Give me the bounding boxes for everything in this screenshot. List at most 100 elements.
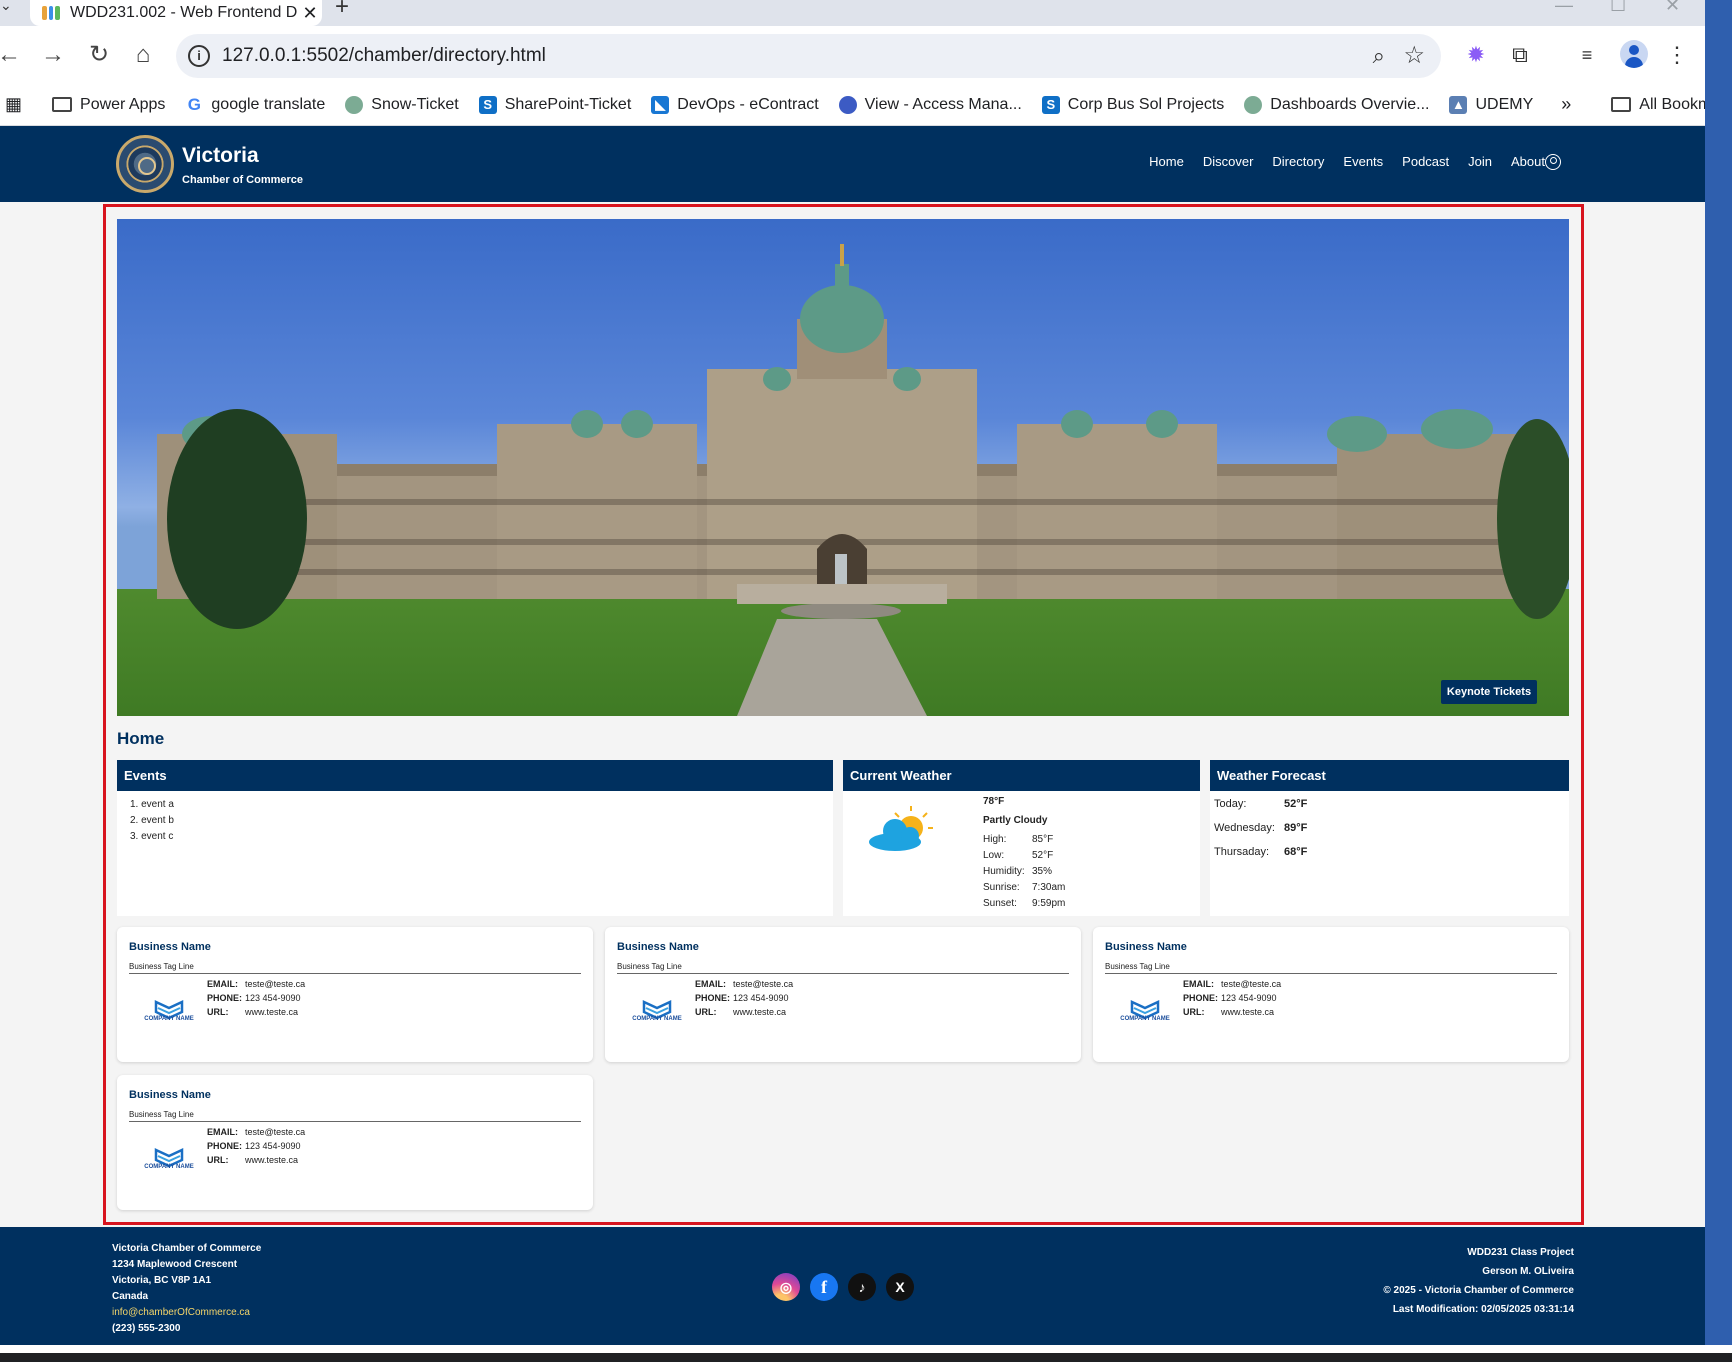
bookmark-dashboards[interactable]: Dashboards Overvie... (1244, 95, 1429, 114)
browser-tab-active[interactable]: WDD231.002 - Web Frontend D ✕ (30, 0, 322, 26)
bookmark-label: Power Apps (80, 95, 166, 113)
bookmark-devops-econtract[interactable]: ◣ DevOps - eContract (651, 95, 819, 114)
bookmark-google-translate[interactable]: Ggoogle translate (185, 95, 325, 114)
bookmark-udemy[interactable]: ▲ UDEMY (1449, 95, 1533, 114)
weather-details: 78°F Partly Cloudy High: 85°F Low: 52°F Hu… (983, 796, 1065, 914)
nav-discover[interactable]: Discover (1203, 154, 1254, 169)
tab-search-icon[interactable]: ⌄ (0, 0, 14, 14)
profile-avatar[interactable] (1620, 40, 1648, 68)
company-logo-icon (1130, 1000, 1160, 1020)
company-logo-text: COMPANY NAME (1120, 1016, 1170, 1022)
footer-email-link[interactable]: info@chamberOfCommerce.ca (112, 1305, 261, 1321)
browser-menu-icon[interactable]: ⋮ (1666, 40, 1688, 70)
business-card[interactable]: Business Name Business Tag Line COMPANY … (1093, 927, 1569, 1062)
folder-icon (1611, 97, 1632, 112)
page-scrollbar[interactable] (1705, 0, 1732, 1362)
bookmark-star-icon[interactable]: ☆ (1403, 41, 1425, 70)
address-bar[interactable]: i 127.0.0.1:5502/chamber/directory.html … (176, 34, 1441, 78)
forecast-temp: 68°F (1284, 846, 1308, 858)
sharepoint-icon: S (478, 95, 497, 114)
weather-value: 52°F (1032, 850, 1054, 861)
nav-directory[interactable]: Directory (1272, 154, 1324, 169)
footer-address-line: 1234 Maplewood Crescent (112, 1259, 238, 1270)
weather-sunset-row: Sunset: 9:59pm (983, 898, 1065, 914)
business-email[interactable]: teste@teste.ca (245, 979, 305, 993)
nav-podcast[interactable]: Podcast (1402, 154, 1449, 169)
chamber-logo[interactable] (116, 135, 174, 193)
folder-icon (52, 97, 73, 112)
email-label: EMAIL: (207, 1127, 238, 1137)
phone-label: PHONE: (695, 993, 731, 1003)
instagram-icon[interactable]: ◎ (772, 1273, 800, 1301)
business-url[interactable]: www.teste.ca (245, 1007, 298, 1021)
business-card[interactable]: Business Name Business Tag Line COMPANY … (117, 1075, 593, 1210)
business-tagline: Business Tag Line (129, 962, 194, 971)
maximize-icon[interactable]: ☐ (1610, 0, 1626, 14)
bookmark-snow-ticket[interactable]: Snow-Ticket (345, 95, 459, 114)
footer-address-line: Victoria, BC V8P 1A1 (112, 1275, 212, 1286)
business-email[interactable]: teste@teste.ca (245, 1127, 305, 1141)
business-url[interactable]: www.teste.ca (245, 1155, 298, 1169)
business-card[interactable]: Business Name Business Tag Line COMPANY … (605, 927, 1081, 1062)
list-item: 3. event c (130, 831, 174, 842)
extensions-puzzle-icon[interactable]: ⧉ (1506, 40, 1534, 70)
extension-gear-icon[interactable]: ✹ (1462, 40, 1490, 70)
company-logo-icon (154, 1148, 184, 1168)
business-phone[interactable]: 123 454-9090 (245, 1141, 301, 1155)
business-phone[interactable]: 123 454-9090 (733, 993, 789, 1007)
nav-join[interactable]: Join (1468, 154, 1492, 169)
business-phone[interactable]: 123 454-9090 (1221, 993, 1277, 1007)
tiktok-icon[interactable]: ♪ (848, 1273, 876, 1301)
udemy-icon: ▲ (1449, 95, 1468, 114)
phone-label: PHONE: (207, 993, 243, 1003)
business-name: Business Name (129, 1089, 211, 1101)
bookmark-corp-bus-sol[interactable]: S Corp Bus Sol Projects (1041, 95, 1225, 114)
keynote-tickets-button[interactable]: Keynote Tickets (1441, 680, 1537, 704)
zoom-icon[interactable]: ⌕ (1373, 43, 1385, 69)
company-logo-text: COMPANY NAME (144, 1164, 194, 1170)
weather-value: 9:59pm (1032, 898, 1066, 909)
company-logo-text: COMPANY NAME (144, 1016, 194, 1022)
bookmark-power-apps[interactable]: Power Apps (52, 96, 165, 114)
phone-label: PHONE: (207, 1141, 243, 1151)
business-email[interactable]: teste@teste.ca (1221, 979, 1281, 993)
reload-icon[interactable]: ↻ (84, 40, 114, 70)
social-links: ◎ f ♪ X (772, 1273, 914, 1301)
business-name: Business Name (1105, 941, 1187, 953)
url-text[interactable]: 127.0.0.1:5502/chamber/directory.html (222, 45, 546, 67)
page-title: Home (117, 729, 165, 748)
nav-events[interactable]: Events (1343, 154, 1383, 169)
nav-home[interactable]: Home (1149, 154, 1184, 169)
footer-org-name: Victoria Chamber of Commerce (112, 1243, 262, 1254)
back-icon[interactable]: ← (0, 40, 24, 70)
business-url[interactable]: www.teste.ca (733, 1007, 786, 1021)
nav-about[interactable]: About (1511, 154, 1545, 169)
x-icon[interactable]: X (886, 1273, 914, 1301)
bookmarks-overflow-button[interactable]: » (1561, 94, 1571, 115)
business-email[interactable]: teste@teste.ca (733, 979, 793, 993)
user-account-icon[interactable] (1545, 154, 1561, 170)
home-icon[interactable]: ⌂ (128, 40, 158, 70)
bookmark-view-access[interactable]: View - Access Mana... (838, 95, 1022, 114)
close-window-icon[interactable]: ✕ (1665, 0, 1680, 14)
tab-close-icon[interactable]: ✕ (298, 3, 322, 24)
bookmark-label: DevOps - eContract (677, 95, 819, 113)
site-info-icon[interactable]: i (188, 45, 210, 67)
bookmark-label: Corp Bus Sol Projects (1067, 95, 1225, 113)
card-divider (617, 973, 1069, 974)
email-label: EMAIL: (207, 979, 238, 989)
business-card[interactable]: Business Name Business Tag Line COMPANY … (117, 927, 593, 1062)
apps-grid-icon[interactable]: ▦ (5, 94, 22, 115)
hero-image-parliament (117, 219, 1569, 716)
business-url[interactable]: www.teste.ca (1221, 1007, 1274, 1021)
media-control-icon[interactable]: ≡ (1573, 40, 1601, 70)
business-phone[interactable]: 123 454-9090 (245, 993, 301, 1007)
new-tab-button[interactable]: + (335, 0, 349, 19)
forward-icon[interactable]: → (38, 40, 68, 70)
footer-project-info: WDD231 Class Project Gerson M. OLiveira … (1383, 1243, 1574, 1319)
business-tagline: Business Tag Line (617, 962, 682, 971)
bookmark-sharepoint-ticket[interactable]: S SharePoint-Ticket (478, 95, 631, 114)
minimize-icon[interactable]: — (1555, 0, 1573, 14)
business-name: Business Name (129, 941, 211, 953)
facebook-icon[interactable]: f (810, 1273, 838, 1301)
